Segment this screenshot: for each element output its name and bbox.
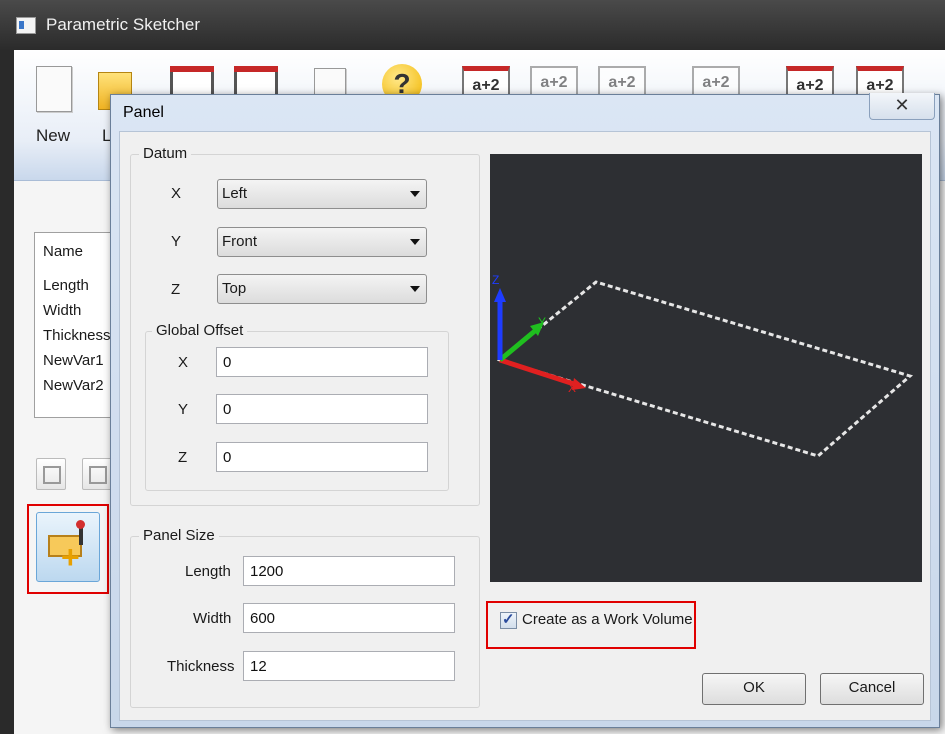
y-axis-label: Y: [538, 315, 546, 329]
panel-size-group: Panel Size Length Width Thickness: [130, 527, 480, 708]
offset-z-input[interactable]: [223, 449, 412, 466]
offset-z-field[interactable]: [216, 442, 428, 472]
work-volume-checkbox[interactable]: ✓: [500, 611, 517, 629]
datum-z-label: Z: [171, 281, 181, 298]
datum-y-label: Y: [171, 233, 182, 250]
list-item[interactable]: NewVar1: [43, 352, 104, 369]
chevron-down-icon: [410, 191, 420, 197]
app-icon: [16, 17, 36, 34]
add-panel-button[interactable]: +: [36, 512, 100, 582]
chevron-down-icon: [410, 286, 420, 292]
offset-y-label: Y: [178, 401, 189, 418]
panel-outline: [496, 280, 914, 458]
cancel-button[interactable]: Cancel: [820, 673, 924, 705]
offset-x-field[interactable]: [216, 347, 428, 377]
app-title: Parametric Sketcher: [46, 15, 200, 34]
preview-canvas: Z Y X: [492, 273, 914, 458]
width-label: Width: [193, 610, 232, 627]
length-input[interactable]: [250, 563, 439, 580]
offset-y-field[interactable]: [216, 394, 428, 424]
datum-x-dropdown[interactable]: Left: [217, 179, 427, 209]
checkmark-icon: ✓: [502, 611, 515, 628]
width-field[interactable]: [243, 603, 455, 633]
dialog-client: Datum X Left Y Front Z Top Global Offset…: [119, 131, 931, 721]
list-item[interactable]: Length: [43, 277, 89, 294]
datum-y-dropdown[interactable]: Front: [217, 227, 427, 257]
y-axis-line: [498, 328, 538, 362]
length-label: Length: [185, 563, 231, 580]
new-document-icon[interactable]: [36, 66, 72, 112]
close-button[interactable]: ✕: [869, 93, 935, 120]
datum-x-label: X: [171, 185, 182, 202]
datum-z-value: Top: [222, 280, 247, 297]
list-item[interactable]: NewVar2: [43, 377, 104, 394]
global-offset-group: Global Offset X Y Z: [145, 322, 449, 491]
view-cube-button[interactable]: [36, 458, 66, 490]
work-volume-label[interactable]: Create as a Work Volume: [522, 611, 693, 628]
cube-icon: [43, 466, 61, 484]
thickness-label: Thickness: [167, 658, 235, 675]
dialog-title: Panel: [123, 104, 164, 121]
x-axis-line: [499, 357, 575, 387]
offset-y-input[interactable]: [223, 401, 412, 418]
thickness-input[interactable]: [250, 658, 439, 675]
ok-button[interactable]: OK: [702, 673, 806, 705]
length-field[interactable]: [243, 556, 455, 586]
close-icon: ✕: [894, 95, 910, 115]
z-axis-label: Z: [492, 273, 499, 287]
list-item[interactable]: Thickness: [43, 327, 111, 344]
preview-viewport[interactable]: Z Y X: [490, 154, 922, 582]
datum-group-title: Datum: [139, 145, 192, 162]
variable-list[interactable]: Name Length Width Thickness NewVar1 NewV…: [34, 232, 116, 418]
datum-x-value: Left: [222, 185, 248, 202]
global-offset-group-title: Global Offset: [152, 322, 248, 339]
width-input[interactable]: [250, 610, 439, 627]
new-button-label[interactable]: New: [36, 126, 70, 146]
panel-size-group-title: Panel Size: [139, 527, 219, 544]
z-axis-arrow: [494, 288, 506, 302]
cube-icon: [89, 466, 107, 484]
x-axis-label: X: [568, 381, 576, 395]
datum-z-dropdown[interactable]: Top: [217, 274, 427, 304]
chevron-down-icon: [410, 239, 420, 245]
app-titlebar: Parametric Sketcher: [0, 0, 945, 50]
offset-z-label: Z: [178, 449, 188, 466]
offset-x-label: X: [178, 354, 189, 371]
plus-icon: +: [61, 539, 80, 575]
view-cube-button[interactable]: [82, 458, 112, 490]
panel-dialog: Panel ✕ Datum X Left Y Front Z Top Globa…: [110, 93, 940, 728]
list-item[interactable]: Width: [43, 302, 81, 319]
datum-group: Datum X Left Y Front Z Top Global Offset…: [130, 145, 480, 506]
pin-icon: [76, 520, 85, 545]
offset-x-input[interactable]: [223, 354, 412, 371]
thickness-field[interactable]: [243, 651, 455, 681]
datum-y-value: Front: [222, 233, 258, 250]
variable-list-header[interactable]: Name: [43, 243, 83, 260]
